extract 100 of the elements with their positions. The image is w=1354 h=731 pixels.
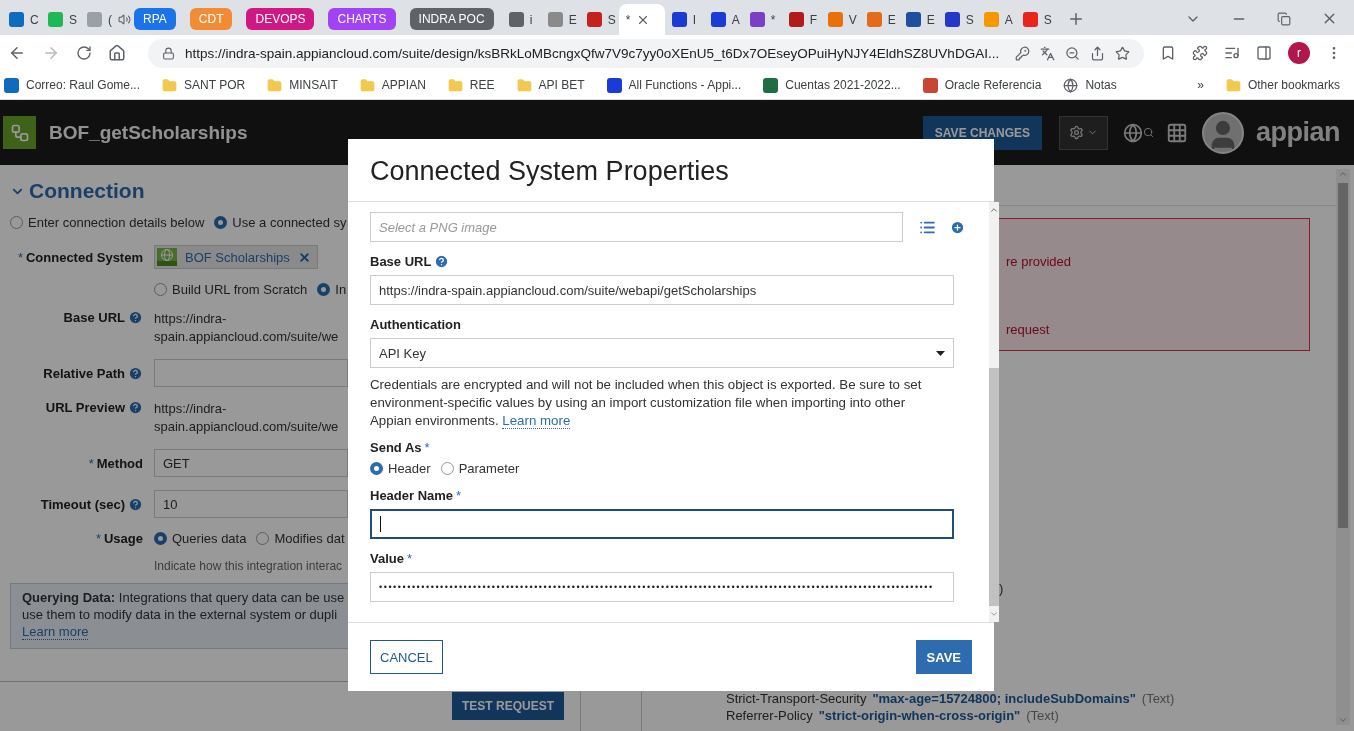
browser-tab[interactable]: i: [501, 4, 541, 35]
speaker-icon[interactable]: [118, 13, 131, 26]
bookmarks-overflow[interactable]: »: [1197, 78, 1204, 92]
browser-tab[interactable]: E: [859, 4, 899, 35]
bookmark-link[interactable]: Oracle Referencia: [944, 78, 1042, 92]
password-field[interactable]: ••••••••••••••••••••••••••••••••••••••••••••••••••••••••••••••••••••••••••••••••••••••••••••••••••••••••••••••••••••••: [370, 572, 954, 602]
authentication-dropdown[interactable]: API Key: [370, 338, 954, 368]
bookmark-link[interactable]: APPIAN: [381, 78, 426, 92]
share-icon[interactable]: [1090, 45, 1105, 61]
home-icon[interactable]: [108, 44, 126, 62]
section-heading: Connection: [29, 179, 145, 203]
key-icon[interactable]: [1015, 45, 1030, 61]
media-icon[interactable]: [1224, 45, 1240, 61]
address-bar[interactable]: https://indra-spain.appiancloud.com/suite/design/ksBRkLoMBcngxQfw7V9c7yy0oXEnU5_t6Dx7OEseyOPuiHyNJY4EldhSZ8UVhDGAI...: [148, 38, 1144, 68]
browser-tab[interactable]: I: [664, 4, 704, 35]
help-icon[interactable]: [128, 310, 143, 325]
required-mark: *: [95, 531, 101, 546]
text-field[interactable]: [154, 359, 348, 387]
bookmark-link[interactable]: SANT POR: [184, 78, 246, 92]
browser-tab[interactable]: *: [618, 4, 665, 35]
bookmark-link[interactable]: MINSAIT: [289, 78, 338, 92]
radio-button[interactable]: [154, 532, 167, 545]
back-icon[interactable]: [8, 44, 26, 62]
help-icon[interactable]: [128, 400, 143, 415]
radio-option[interactable]: Use a connected sy: [214, 215, 347, 230]
header-value: "max-age=15724800; includeSubDomains": [872, 691, 1136, 706]
required-mark: *: [424, 440, 430, 455]
radio-option[interactable]: Parameter: [440, 461, 520, 476]
bookmark-link[interactable]: Correo: Raul Gome...: [26, 78, 141, 92]
remove-icon[interactable]: [297, 250, 311, 264]
bookmark-link[interactable]: REE: [469, 78, 495, 92]
profile-avatar[interactable]: r: [1288, 42, 1310, 64]
browser-tab[interactable]: A: [703, 4, 743, 35]
lock-icon: [162, 46, 175, 60]
radio-option[interactable]: Queries data: [154, 531, 247, 546]
browser-tab[interactable]: E: [540, 4, 580, 35]
radio-button[interactable]: [256, 532, 270, 545]
globe-search-icon[interactable]: [1123, 122, 1154, 143]
radio-button[interactable]: [214, 216, 228, 229]
error-text: re provided: [1006, 254, 1073, 269]
reload-icon[interactable]: [76, 45, 92, 61]
tab-group-label[interactable]: RPA: [134, 7, 176, 30]
bookmark-link[interactable]: All Functions - Appi...: [628, 78, 742, 92]
star-icon[interactable]: [1115, 45, 1130, 61]
help-icon[interactable]: [128, 365, 143, 381]
radio-button[interactable]: [10, 216, 23, 229]
radio-button[interactable]: [370, 462, 383, 475]
text-field[interactable]: 10: [154, 490, 348, 518]
browser-tab[interactable]: E: [898, 4, 938, 35]
bookmark-link[interactable]: Notas: [1085, 78, 1117, 92]
object-title: BOF_getScholarships: [49, 121, 248, 144]
browser-tab[interactable]: C: [2, 4, 41, 35]
radio-button[interactable]: [440, 462, 454, 475]
translate-icon[interactable]: [1040, 45, 1055, 61]
browser-tab[interactable]: *: [742, 4, 782, 35]
radio-option[interactable]: Enter connection details below: [10, 215, 205, 230]
field-label: Base URL: [370, 254, 432, 269]
test-request-button[interactable]: TEST REQUEST: [452, 692, 564, 720]
radio-option[interactable]: Build URL from Scratch: [154, 282, 308, 297]
browser-tab[interactable]: S: [1015, 4, 1055, 35]
header-name-field[interactable]: [370, 509, 954, 539]
tab-group-label[interactable]: DEVOPS: [246, 7, 315, 30]
browser-tab[interactable]: S: [579, 4, 619, 35]
apps-icon[interactable]: [1166, 121, 1188, 144]
browser-tab[interactable]: S: [937, 4, 977, 35]
bookmark-link[interactable]: Other bookmarks: [1247, 78, 1340, 92]
radio-option[interactable]: Header: [370, 461, 431, 476]
settings-button[interactable]: [1059, 115, 1108, 150]
folder-icon: [1225, 77, 1241, 93]
browser-tab[interactable]: V: [820, 4, 860, 35]
restore-icon[interactable]: [1277, 11, 1291, 26]
tab-group-label[interactable]: CHARTS: [328, 7, 396, 30]
text-field[interactable]: GET: [154, 449, 348, 477]
error-text: request: [1006, 322, 1051, 337]
base-url-field[interactable]: https://indra-spain.appiancloud.com/suite/webapi/getScholarships: [370, 275, 954, 305]
radio-button[interactable]: [317, 283, 331, 296]
browser-tab[interactable]: A: [976, 4, 1016, 35]
radio-option[interactable]: Modifies dat: [256, 531, 345, 546]
side-panel-icon[interactable]: [1256, 45, 1272, 61]
avatar-icon[interactable]: [1202, 111, 1244, 154]
radio-option[interactable]: In: [317, 282, 347, 297]
scroll-up-icon[interactable]: [989, 205, 999, 215]
help-icon[interactable]: [434, 254, 450, 269]
radio-button[interactable]: [154, 283, 167, 296]
add-icon[interactable]: [950, 219, 965, 235]
browser-tab[interactable]: (: [80, 4, 128, 35]
bookmark-link[interactable]: API BET: [538, 78, 585, 92]
tab-group-label[interactable]: INDRA POC: [409, 7, 494, 30]
puzzle-icon[interactable]: [1192, 45, 1208, 61]
browser-tab[interactable]: S: [41, 4, 80, 35]
scrollbar[interactable]: [989, 202, 999, 622]
cancel-button[interactable]: CANCEL: [370, 640, 443, 674]
learn-more-link[interactable]: Learn more: [502, 413, 571, 429]
bookmark-link[interactable]: Cuentas 2021-2022...: [785, 78, 901, 92]
bookmark-icon[interactable]: [1160, 45, 1176, 61]
help-icon[interactable]: [128, 496, 143, 512]
browser-tab[interactable]: F: [781, 4, 821, 35]
save-button[interactable]: SAVE: [915, 640, 972, 674]
required-mark: *: [17, 249, 23, 265]
zoom-out-icon[interactable]: [1065, 45, 1080, 61]
